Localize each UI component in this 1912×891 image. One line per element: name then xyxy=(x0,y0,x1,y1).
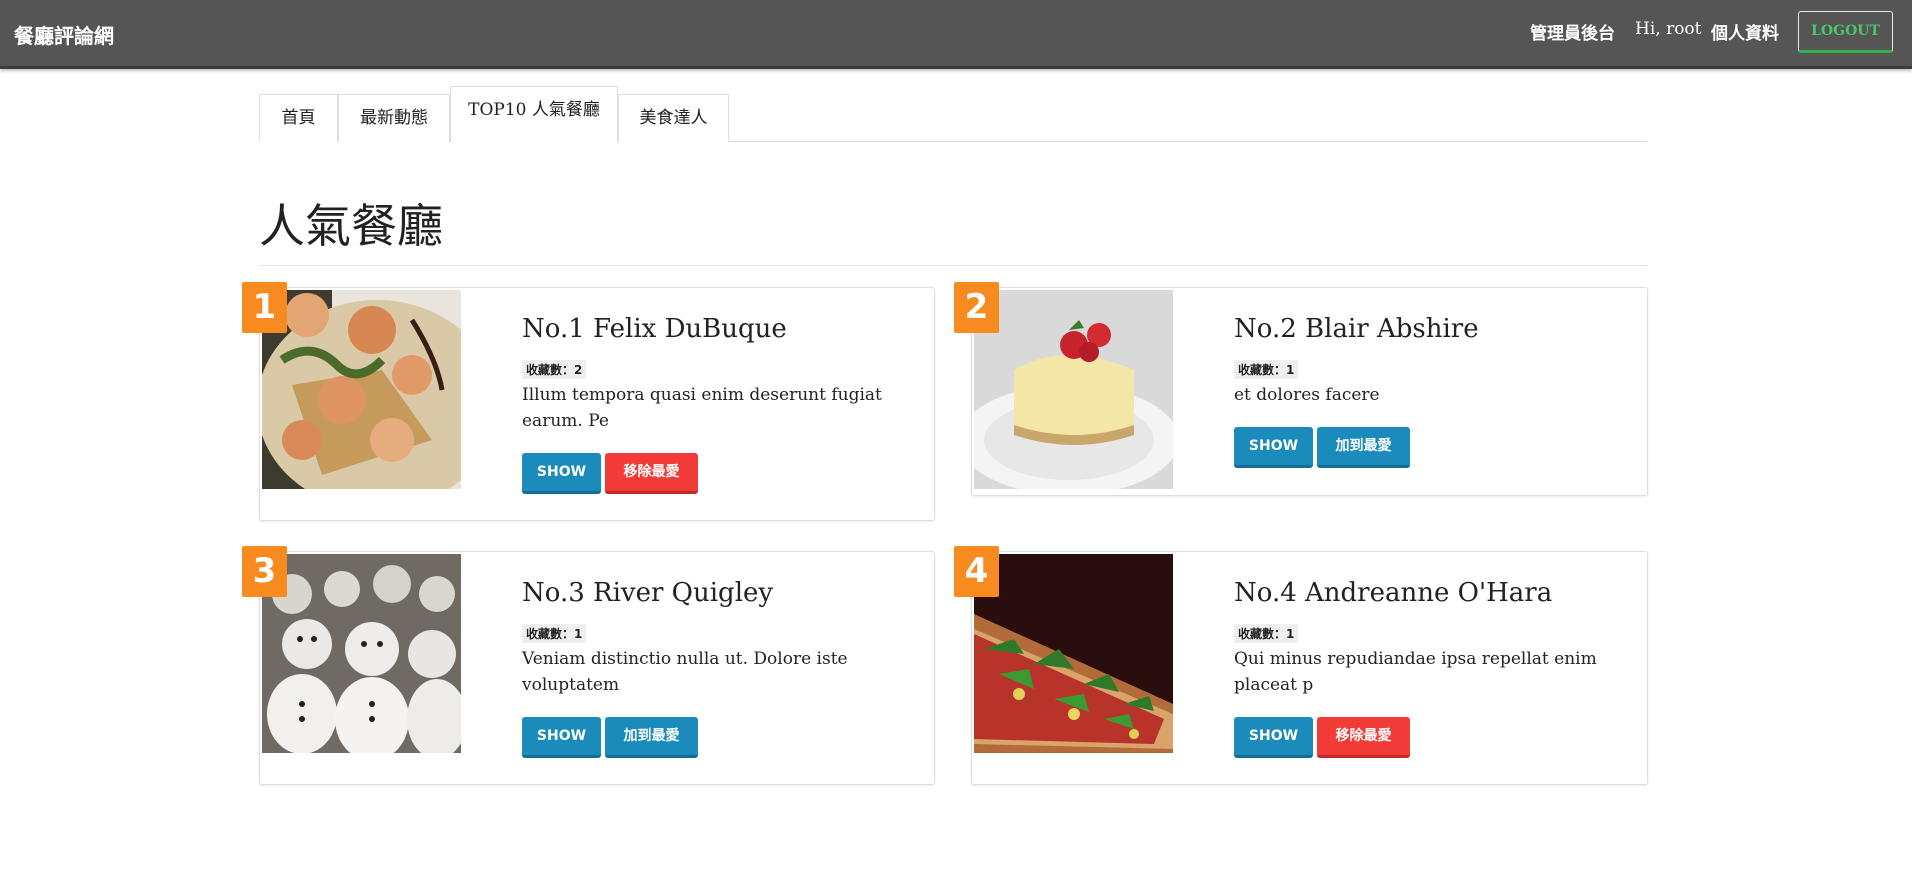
show-button[interactable]: SHOW xyxy=(1234,427,1313,468)
restaurant-name: No.1 Felix DuBuque xyxy=(522,314,787,344)
rank-badge: 2 xyxy=(954,282,999,333)
rank-badge: 3 xyxy=(242,546,287,597)
site-brand[interactable]: 餐廳評論網 xyxy=(14,20,114,49)
restaurant-image[interactable] xyxy=(262,290,461,489)
rank-badge: 4 xyxy=(954,546,999,597)
restaurant-description: Illum tempora quasi enim deserunt fugiat… xyxy=(522,385,882,431)
tab-home[interactable]: 首頁 xyxy=(259,94,338,142)
show-button[interactable]: SHOW xyxy=(1234,717,1313,758)
restaurant-image[interactable] xyxy=(974,554,1173,753)
restaurant-image[interactable] xyxy=(974,290,1173,489)
rank-badge: 1 xyxy=(242,282,287,333)
add-favorite-button[interactable]: 加到最愛 xyxy=(1317,427,1410,468)
nav-tabs: 首頁 最新動態 TOP10 人氣餐廳 美食達人 xyxy=(259,86,1647,143)
restaurant-card: 2 No.2 Blair Abshire 收藏數：1 et dolores fa… xyxy=(954,282,1648,496)
remove-favorite-button[interactable]: 移除最愛 xyxy=(605,453,698,494)
restaurant-card: 3 No.3 River Quigley 收藏數：1 Veniam distin… xyxy=(242,546,935,785)
top-navbar: 餐廳評論網 管理員後台 Hi, root 個人資料 LOGOUT xyxy=(0,0,1912,69)
restaurant-description: Qui minus repudiandae ipsa repellat enim… xyxy=(1234,649,1597,695)
admin-dashboard-link[interactable]: 管理員後台 xyxy=(1530,19,1615,44)
favorite-count-badge: 收藏數：1 xyxy=(1234,624,1299,643)
restaurant-card: 4 No.4 Andreanne O'Hara 收藏數：1 Qui minus … xyxy=(954,546,1648,785)
restaurant-description: et dolores facere xyxy=(1234,385,1380,405)
favorite-count-badge: 收藏數：2 xyxy=(522,360,587,379)
restaurant-card: 1 No.1 Felix DuBuque 收藏數：2 Illum tempora… xyxy=(242,282,935,521)
user-greeting: Hi, root xyxy=(1635,19,1702,39)
favorite-count-badge: 收藏數：1 xyxy=(1234,360,1299,379)
add-favorite-button[interactable]: 加到最愛 xyxy=(605,717,698,758)
profile-link[interactable]: 個人資料 xyxy=(1711,19,1779,44)
tab-latest-feeds[interactable]: 最新動態 xyxy=(338,94,450,142)
restaurant-name: No.4 Andreanne O'Hara xyxy=(1234,578,1553,608)
restaurant-name: No.2 Blair Abshire xyxy=(1234,314,1479,344)
logout-button[interactable]: LOGOUT xyxy=(1798,11,1893,53)
show-button[interactable]: SHOW xyxy=(522,453,601,494)
food-photo-pizza xyxy=(974,554,1173,753)
tab-food-experts[interactable]: 美食達人 xyxy=(618,94,729,142)
title-divider xyxy=(259,265,1647,266)
remove-favorite-button[interactable]: 移除最愛 xyxy=(1317,717,1410,758)
food-photo-meringue-snowmen xyxy=(262,554,461,753)
show-button[interactable]: SHOW xyxy=(522,717,601,758)
food-photo-cheesecake xyxy=(974,290,1173,489)
restaurant-description: Veniam distinctio nulla ut. Dolore iste … xyxy=(522,649,848,695)
page-title: 人氣餐廳 xyxy=(259,199,443,253)
restaurant-image[interactable] xyxy=(262,554,461,753)
restaurant-name: No.3 River Quigley xyxy=(522,578,774,608)
food-photo-shrimp-plate xyxy=(262,290,461,489)
tab-top10-restaurants[interactable]: TOP10 人氣餐廳 xyxy=(450,86,618,143)
favorite-count-badge: 收藏數：1 xyxy=(522,624,587,643)
